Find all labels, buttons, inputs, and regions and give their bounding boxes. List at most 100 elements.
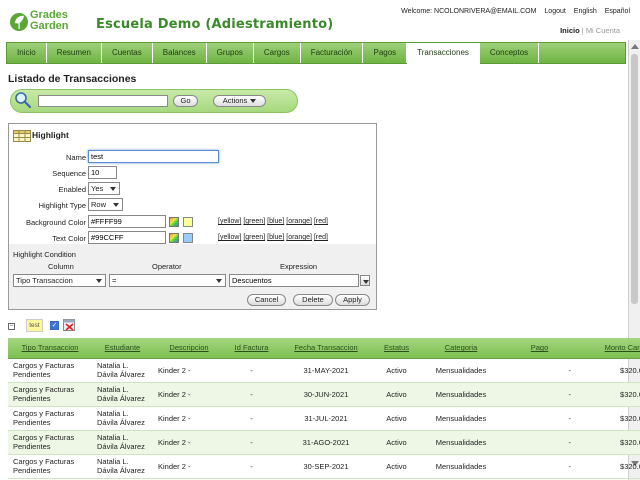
cell-tipo-line1: Cargos y Facturas xyxy=(13,457,75,466)
column-header: Column xyxy=(48,262,74,271)
cell-tipo-line1: Cargos y Facturas xyxy=(13,433,75,442)
cell-estudiante-line1: Natalia L. xyxy=(97,385,129,394)
operator-select[interactable]: = xyxy=(109,274,226,287)
cell-estudiante-line1: Natalia L. xyxy=(97,457,129,466)
text-green-link[interactable]: [green] xyxy=(243,234,265,241)
expression-dropdown[interactable] xyxy=(360,275,370,286)
espanol-link[interactable]: Español xyxy=(605,8,630,15)
table-header-row: Tipo Transaccion Estudiante Descripcion … xyxy=(8,338,640,359)
highlight-condition-label: Highlight Condition xyxy=(13,250,76,259)
col-header-pago[interactable]: Pago xyxy=(503,338,576,359)
table-row: Cargos y Facturas Pendientes Natalia L. Dá… xyxy=(8,358,640,383)
cell-estudiante-line2: Dávila Álvarez xyxy=(97,466,145,475)
mi-cuenta-link[interactable]: Mi Cuenta xyxy=(586,26,620,35)
text-color-swatch xyxy=(183,233,193,243)
chevron-down-icon xyxy=(113,203,119,207)
column-select[interactable]: Tipo Transaccion xyxy=(13,274,106,287)
cell-estudiante-line1: Natalia L. xyxy=(97,361,129,370)
tab-pagos[interactable]: Pagos xyxy=(363,43,408,63)
name-input[interactable] xyxy=(88,150,219,163)
english-link[interactable]: English xyxy=(574,8,597,15)
bg-blue-link[interactable]: [blue] xyxy=(267,218,284,225)
col-header-estudiante[interactable]: Estudiante xyxy=(92,338,153,359)
cell-estudiante-line1: Natalia L. xyxy=(97,433,129,442)
enabled-label: Enabled xyxy=(58,185,86,194)
color-picker-icon[interactable] xyxy=(169,233,179,243)
go-button[interactable]: Go xyxy=(173,95,198,107)
cell-pago: - xyxy=(503,406,576,431)
collapse-icon[interactable]: − xyxy=(8,323,15,330)
page: { "header": { "logo_line1": "Grades", "l… xyxy=(0,0,640,480)
bg-yellow-link[interactable]: [yellow] xyxy=(218,218,241,225)
cell-descripcion: Kinder 2 - xyxy=(153,430,225,455)
scroll-up-icon[interactable] xyxy=(631,44,639,49)
text-blue-link[interactable]: [blue] xyxy=(267,234,284,241)
cell-descripcion: Kinder 2 - xyxy=(153,406,225,431)
cell-monto: $320.0 xyxy=(576,406,640,431)
cell-pago: - xyxy=(503,358,576,383)
bg-orange-link[interactable]: [orange] xyxy=(286,218,312,225)
tab-conceptos[interactable]: Conceptos xyxy=(480,43,540,63)
cell-estudiante-line2: Dávila Álvarez xyxy=(97,370,145,379)
cell-tipo: Cargos y Facturas Pendientes xyxy=(8,406,92,431)
expression-input[interactable] xyxy=(229,274,359,287)
operator-value: = xyxy=(112,276,117,285)
text-red-link[interactable]: [red] xyxy=(314,234,328,241)
search-icon[interactable] xyxy=(14,91,32,109)
cell-estatus: Activo xyxy=(374,406,419,431)
text-color-label: Text Color xyxy=(52,234,86,243)
scroll-thumb[interactable] xyxy=(631,54,638,304)
col-header-monto[interactable]: Monto Cargo xyxy=(576,338,640,359)
tab-transacciones[interactable]: Transacciones xyxy=(407,43,480,64)
delete-button[interactable]: Delete xyxy=(293,294,333,306)
tab-inicio[interactable]: Inicio xyxy=(7,43,47,63)
tab-facturacion[interactable]: Facturación xyxy=(301,43,364,63)
bg-red-link[interactable]: [red] xyxy=(314,218,328,225)
highlight-type-select[interactable]: Row xyxy=(88,198,123,211)
text-color-links: [yellow] [green] [blue] [orange] [red] xyxy=(218,234,330,241)
inicio-link[interactable]: Inicio xyxy=(560,26,580,35)
color-picker-icon[interactable] xyxy=(169,217,179,227)
col-header-tipo[interactable]: Tipo Transaccion xyxy=(8,338,92,359)
tab-cuentas[interactable]: Cuentas xyxy=(102,43,153,63)
tab-grupos[interactable]: Grupos xyxy=(207,43,254,63)
table-row: Cargos y Facturas Pendientes Natalia L. Dá… xyxy=(8,382,640,407)
cell-estudiante: Natalia L. Dávila Álvarez xyxy=(92,430,153,455)
col-header-estatus[interactable]: Estatus xyxy=(374,338,419,359)
cell-pago: - xyxy=(503,430,576,455)
sequence-label: Sequence xyxy=(52,169,86,178)
cell-id-factura: - xyxy=(225,430,278,455)
cell-tipo-line2: Pendientes xyxy=(13,442,51,451)
enable-checkbox[interactable]: ✓ xyxy=(50,321,59,330)
col-header-id-factura[interactable]: Id Factura xyxy=(225,338,278,359)
chevron-down-icon xyxy=(216,279,222,283)
logout-link[interactable]: Logout xyxy=(544,8,565,15)
col-header-descripcion[interactable]: Descripcion xyxy=(153,338,225,359)
col-header-categoria[interactable]: Categoria xyxy=(419,338,503,359)
cell-descripcion: Kinder 2 - xyxy=(153,382,225,407)
actions-button[interactable]: Actions xyxy=(213,95,266,107)
cancel-button[interactable]: Cancel xyxy=(247,294,286,306)
sequence-input[interactable] xyxy=(88,166,117,179)
welcome-text: Welcome: NCOLONRIVERA@EMAIL.COM xyxy=(401,8,537,15)
grades-garden-logo[interactable]: Grades Garden xyxy=(10,9,90,35)
remove-filter-icon[interactable] xyxy=(63,319,75,331)
cell-estudiante: Natalia L. Dávila Álvarez xyxy=(92,454,153,479)
background-color-input[interactable] xyxy=(88,215,166,228)
highlight-filter-chip[interactable]: test xyxy=(26,319,43,332)
tab-balances[interactable]: Balances xyxy=(153,43,207,63)
tab-resumen[interactable]: Resumen xyxy=(47,43,102,63)
text-yellow-link[interactable]: [yellow] xyxy=(218,234,241,241)
text-color-input[interactable] xyxy=(88,231,166,244)
cell-fecha: 31-JUL-2021 xyxy=(278,406,374,431)
col-header-fecha[interactable]: Fecha Transaccion xyxy=(278,338,374,359)
enabled-select[interactable]: Yes xyxy=(88,182,120,195)
search-input[interactable] xyxy=(38,95,168,107)
apply-button[interactable]: Apply xyxy=(335,294,370,306)
links-separator: | xyxy=(581,26,584,35)
text-orange-link[interactable]: [orange] xyxy=(286,234,312,241)
cell-categoria: Mensualidades xyxy=(419,454,503,479)
cell-estudiante: Natalia L. Dávila Álvarez xyxy=(92,358,153,383)
bg-green-link[interactable]: [green] xyxy=(243,218,265,225)
tab-cargos[interactable]: Cargos xyxy=(254,43,301,63)
